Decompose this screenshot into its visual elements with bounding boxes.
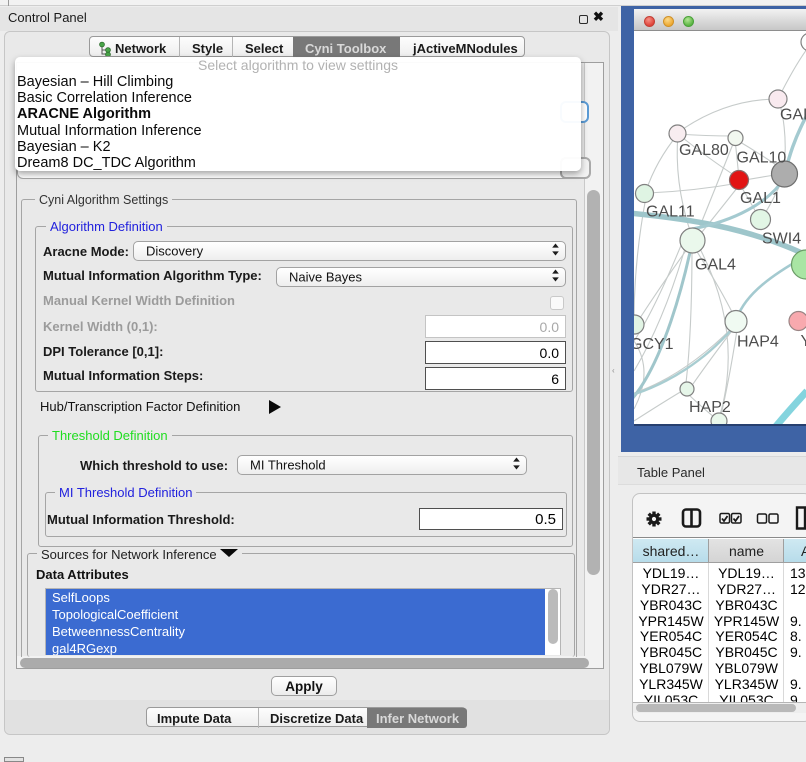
svg-text:GAL11: GAL11 [646, 204, 695, 221]
svg-text:SWI4: SWI4 [762, 231, 801, 248]
svg-text:HAP4: HAP4 [737, 334, 779, 351]
svg-text:GAL1: GAL1 [740, 190, 781, 207]
svg-text:GCY1: GCY1 [634, 336, 674, 353]
svg-text:Y: Y [801, 333, 806, 350]
svg-text:GAL4: GAL4 [695, 257, 736, 274]
svg-text:GAL80: GAL80 [679, 142, 729, 159]
svg-text:HAP2: HAP2 [689, 399, 731, 416]
svg-text:GAL10: GAL10 [737, 150, 787, 167]
svg-text:GAL2: GAL2 [780, 107, 806, 124]
